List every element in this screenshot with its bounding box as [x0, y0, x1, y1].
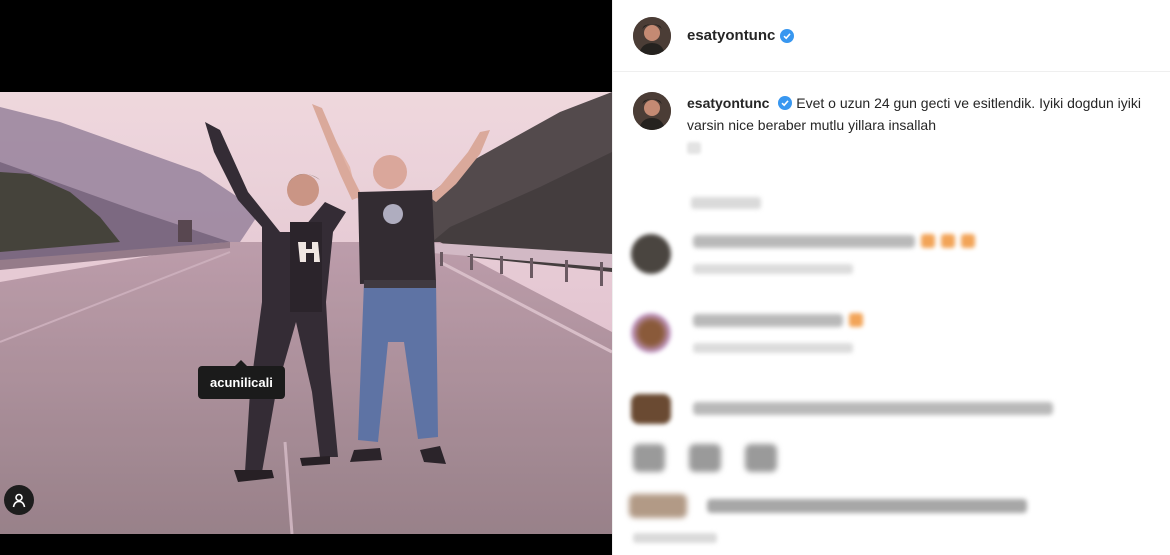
photo-illustration [0, 92, 612, 534]
likes-row [629, 494, 1027, 518]
post-date-blurred [633, 533, 717, 543]
comment-emoji [849, 313, 863, 327]
commenter-avatar[interactable] [631, 313, 671, 353]
user-tag-label[interactable]: acunilicali [198, 360, 285, 399]
comment-emoji [961, 234, 975, 248]
post-header: esatyontunc [613, 0, 1170, 72]
caption-text-block: esatyontunc Evet o uzun 24 gun gecti ve … [687, 92, 1153, 160]
caption-emoji [687, 142, 701, 154]
comment-item [631, 313, 863, 353]
caption-username[interactable]: esatyontunc [687, 95, 769, 111]
post-side-panel: esatyontunc esatyontunc Evet o uzun 24 g… [612, 0, 1170, 555]
comment-item [631, 234, 975, 274]
commenter-avatar[interactable] [631, 234, 671, 274]
caption-avatar[interactable] [633, 92, 671, 130]
comment-meta-blurred [693, 343, 853, 353]
comment-icon[interactable] [689, 444, 721, 472]
liker-avatars[interactable] [629, 494, 687, 518]
comment-emoji [921, 234, 935, 248]
action-bar [633, 444, 801, 472]
comment-emoji [941, 234, 955, 248]
profile-photo-icon [633, 92, 671, 130]
verified-badge-icon [778, 96, 793, 110]
tagged-users-button[interactable] [4, 485, 34, 515]
comment-text-blurred [693, 402, 1053, 415]
avatar[interactable] [633, 16, 671, 55]
comment-text-blurred [693, 234, 915, 248]
verified-badge-icon [780, 28, 795, 43]
post-media[interactable]: acunilicali [0, 0, 612, 555]
comment-text-blurred [693, 313, 843, 327]
comment-item [631, 394, 1053, 424]
comment-meta-blurred [693, 264, 853, 274]
post-photo[interactable] [0, 92, 612, 534]
likes-text-blurred[interactable] [707, 499, 1027, 513]
commenter-avatar[interactable] [631, 394, 671, 424]
share-icon[interactable] [745, 444, 777, 472]
caption: esatyontunc Evet o uzun 24 gun gecti ve … [633, 92, 1153, 160]
person-icon [12, 493, 26, 508]
username-link[interactable]: esatyontunc [687, 27, 775, 44]
media-bottom-bar [0, 534, 612, 555]
like-icon[interactable] [633, 444, 665, 472]
profile-photo-icon [633, 16, 671, 55]
caption-timestamp-blurred [691, 197, 761, 209]
